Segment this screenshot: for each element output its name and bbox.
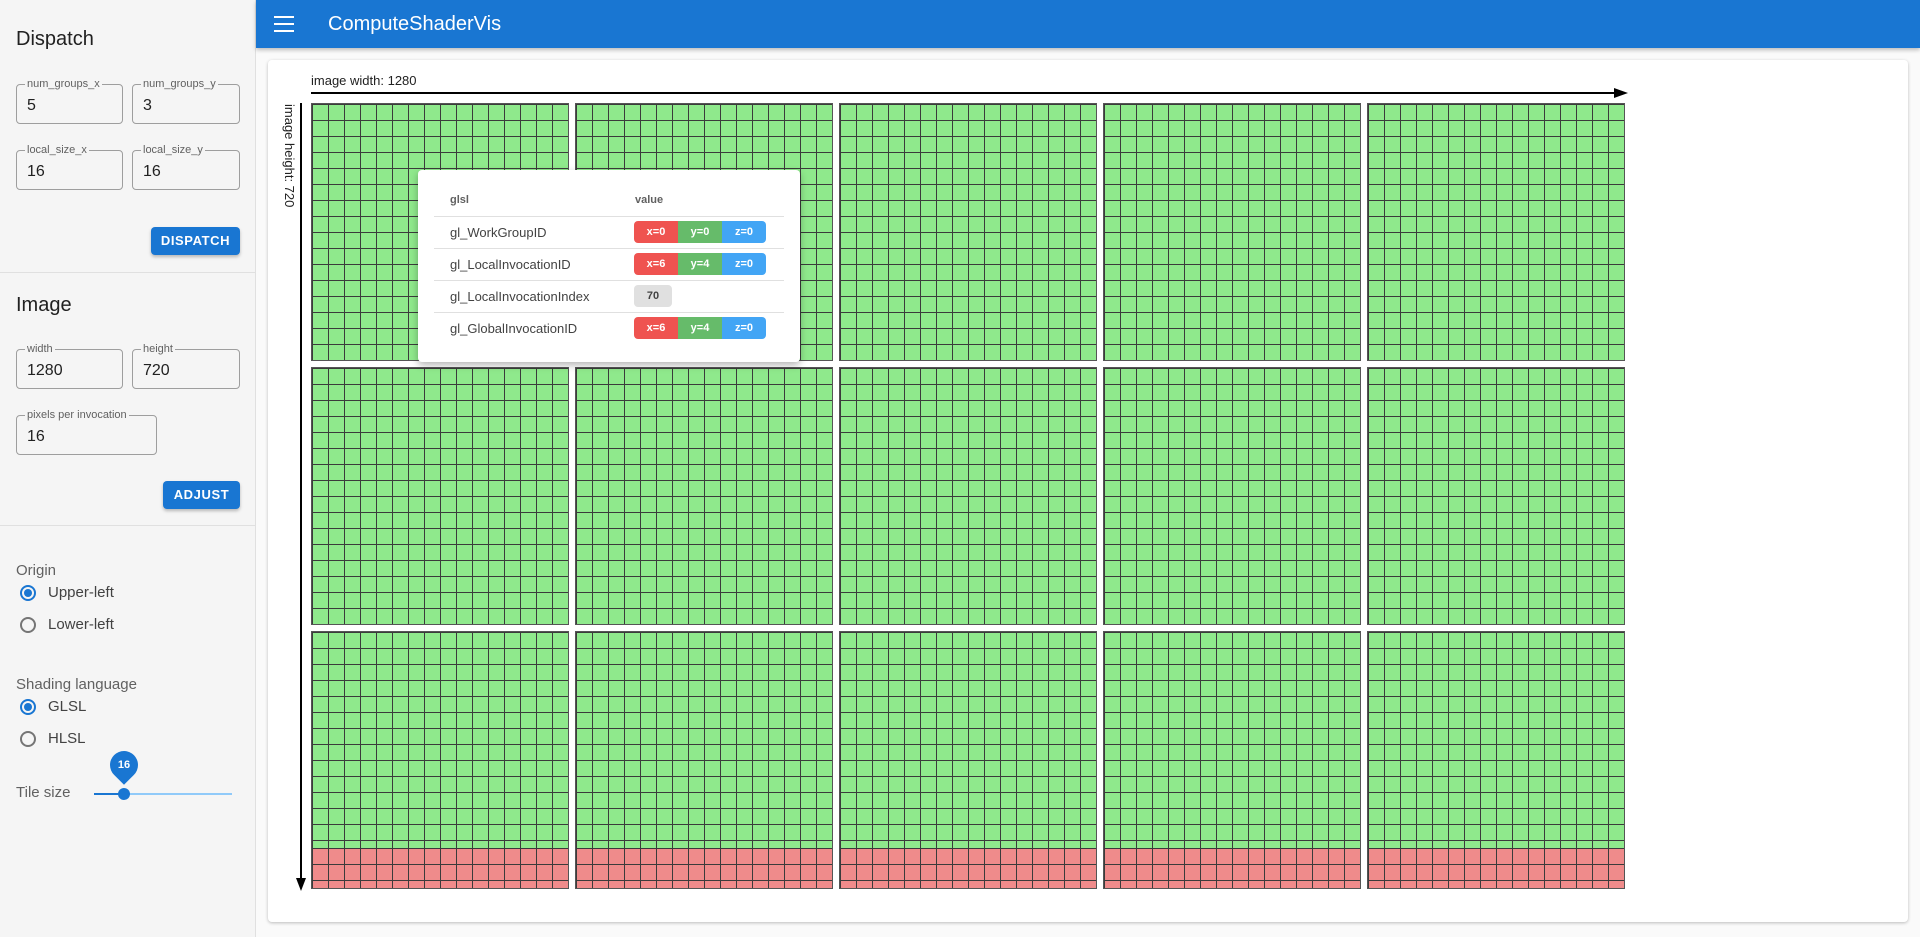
invocation-cells[interactable] bbox=[576, 368, 832, 624]
local-size-x-field[interactable]: local_size_x 16 bbox=[16, 144, 123, 190]
workgroup-1-1[interactable] bbox=[575, 367, 833, 625]
invocation-cells[interactable] bbox=[1104, 104, 1360, 360]
num-groups-x-label: num_groups_x bbox=[25, 78, 102, 90]
row-name: gl_WorkGroupID bbox=[450, 225, 547, 240]
chip-y: y=0 bbox=[678, 221, 722, 243]
table-row: gl_LocalInvocationID x=6 y=4 z=0 bbox=[434, 248, 784, 280]
num-groups-y-value: 3 bbox=[143, 97, 152, 114]
workgroup-2-2[interactable] bbox=[839, 631, 1097, 889]
workgroup-0-2[interactable] bbox=[311, 631, 569, 889]
origin-lower-left-label: Lower-left bbox=[48, 616, 114, 633]
invocation-cells[interactable] bbox=[1104, 368, 1360, 624]
local-size-y-value: 16 bbox=[143, 163, 161, 180]
divider bbox=[0, 272, 256, 273]
app-bar: ComputeShaderVis bbox=[256, 0, 1920, 48]
image-width-field[interactable]: width 1280 bbox=[16, 343, 123, 389]
out-of-bounds-cells[interactable] bbox=[1368, 848, 1624, 888]
chip-y: y=4 bbox=[678, 317, 722, 339]
table-row: gl_LocalInvocationIndex 70 bbox=[434, 280, 784, 312]
glsl-label: GLSL bbox=[48, 698, 87, 715]
invocation-cells[interactable] bbox=[1368, 368, 1624, 624]
table-row: gl_GlobalInvocationID x=6 y=4 z=0 bbox=[434, 312, 784, 344]
sidebar: Dispatch num_groups_x 5 num_groups_y 3 l… bbox=[0, 0, 256, 937]
local-size-y-field[interactable]: local_size_y 16 bbox=[132, 144, 240, 190]
row-name: gl_GlobalInvocationID bbox=[450, 321, 578, 336]
out-of-bounds-cells[interactable] bbox=[312, 848, 568, 888]
num-groups-x-field[interactable]: num_groups_x 5 bbox=[16, 78, 123, 124]
tile-size-label: Tile size bbox=[16, 784, 71, 801]
tile-size-slider-thumb[interactable] bbox=[118, 788, 130, 800]
radio-unchecked-icon bbox=[20, 617, 36, 633]
shading-language-label: Shading language bbox=[16, 676, 137, 693]
pixels-per-invocation-value: 16 bbox=[27, 428, 45, 445]
num-groups-y-label: num_groups_y bbox=[141, 78, 218, 90]
chip-z: z=0 bbox=[722, 253, 766, 275]
workgroup-1-2[interactable] bbox=[575, 631, 833, 889]
row-name: gl_LocalInvocationIndex bbox=[450, 289, 590, 304]
num-groups-x-value: 5 bbox=[27, 97, 36, 114]
image-width-label: width bbox=[25, 343, 55, 355]
local-size-x-label: local_size_x bbox=[25, 144, 89, 156]
chip-z: z=0 bbox=[722, 317, 766, 339]
radio-checked-icon bbox=[20, 585, 36, 601]
local-size-x-value: 16 bbox=[27, 163, 45, 180]
workgroup-2-0[interactable] bbox=[839, 103, 1097, 361]
chip-x: x=6 bbox=[634, 253, 678, 275]
divider bbox=[0, 525, 256, 526]
chip-y: y=4 bbox=[678, 253, 722, 275]
radio-checked-icon bbox=[20, 699, 36, 715]
out-of-bounds-cells[interactable] bbox=[576, 848, 832, 888]
image-width-axis-label: image width: 1280 bbox=[311, 73, 417, 88]
invocation-cells[interactable] bbox=[840, 368, 1096, 624]
table-row: gl_WorkGroupID x=0 y=0 z=0 bbox=[434, 216, 784, 248]
invocation-cells[interactable] bbox=[840, 104, 1096, 360]
workgroup-0-1[interactable] bbox=[311, 367, 569, 625]
workgroup-2-1[interactable] bbox=[839, 367, 1097, 625]
image-height-label: height bbox=[141, 343, 175, 355]
workgroup-3-2[interactable] bbox=[1103, 631, 1361, 889]
workgroup-4-1[interactable] bbox=[1367, 367, 1625, 625]
invocation-cells[interactable] bbox=[1368, 104, 1624, 360]
image-title: Image bbox=[16, 294, 72, 316]
workgroup-4-0[interactable] bbox=[1367, 103, 1625, 361]
tile-size-value: 16 bbox=[117, 759, 131, 771]
chip-x: x=0 bbox=[634, 221, 678, 243]
app-title: ComputeShaderVis bbox=[328, 13, 502, 35]
out-of-bounds-cells[interactable] bbox=[840, 848, 1096, 888]
origin-label: Origin bbox=[16, 562, 57, 579]
local-size-y-label: local_size_y bbox=[141, 144, 205, 156]
chip-x: x=6 bbox=[634, 317, 678, 339]
header-glsl: glsl bbox=[450, 194, 469, 206]
radio-unchecked-icon bbox=[20, 731, 36, 747]
invocation-cells[interactable] bbox=[312, 368, 568, 624]
hlsl-label: HLSL bbox=[48, 730, 86, 747]
dispatch-title: Dispatch bbox=[16, 28, 94, 50]
adjust-button[interactable]: ADJUST bbox=[163, 481, 240, 509]
num-groups-y-field[interactable]: num_groups_y 3 bbox=[132, 78, 240, 124]
image-width-value: 1280 bbox=[27, 362, 63, 379]
chip-z: z=0 bbox=[722, 221, 766, 243]
workgroup-3-0[interactable] bbox=[1103, 103, 1361, 361]
origin-upper-left-label: Upper-left bbox=[48, 584, 114, 601]
image-height-axis-label: image height: 720 bbox=[282, 104, 297, 208]
invocation-info-popup: glsl value gl_WorkGroupID x=0 y=0 z=0 gl… bbox=[418, 170, 800, 362]
row-name: gl_LocalInvocationID bbox=[450, 257, 571, 272]
menu-icon[interactable] bbox=[274, 16, 294, 32]
header-value: value bbox=[635, 194, 664, 206]
dispatch-button[interactable]: DISPATCH bbox=[151, 227, 240, 255]
image-height-value: 720 bbox=[143, 362, 170, 379]
workgroup-3-1[interactable] bbox=[1103, 367, 1361, 625]
pixels-per-invocation-label: pixels per invocation bbox=[25, 409, 129, 421]
chip-index: 70 bbox=[634, 285, 672, 307]
pixels-per-invocation-field[interactable]: pixels per invocation 16 bbox=[16, 409, 157, 455]
workgroup-4-2[interactable] bbox=[1367, 631, 1625, 889]
out-of-bounds-cells[interactable] bbox=[1104, 848, 1360, 888]
image-height-field[interactable]: height 720 bbox=[132, 343, 240, 389]
